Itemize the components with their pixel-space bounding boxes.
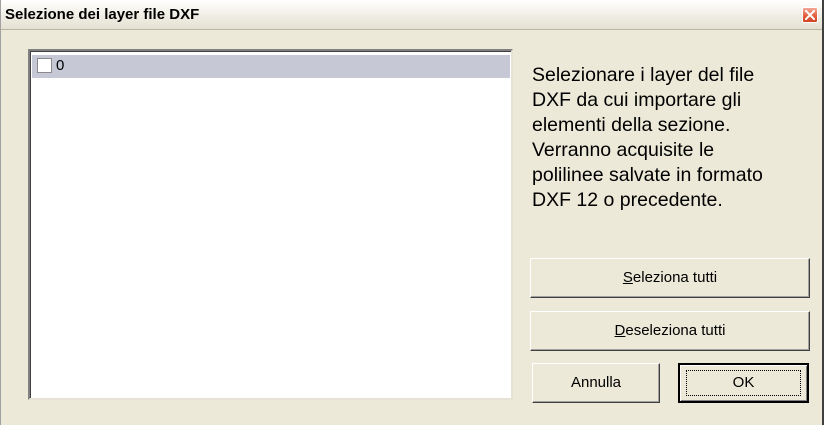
select-all-label-rest: eleziona tutti [632, 269, 718, 286]
select-all-accelerator: S [622, 269, 633, 286]
deselect-all-accelerator: D [614, 322, 626, 339]
cancel-label: Annulla [570, 374, 622, 391]
window-title: Selezione dei layer file DXF [5, 6, 200, 23]
deselect-all-label: Deseleziona tutti [615, 322, 726, 339]
title-bar[interactable]: Selezione dei layer file DXF [1, 0, 822, 30]
close-button[interactable] [802, 7, 818, 23]
ok-label: OK [732, 374, 755, 391]
list-item[interactable]: 0 [32, 55, 510, 78]
ok-button[interactable]: OK [678, 363, 809, 403]
deselect-all-button[interactable]: Deseleziona tutti [530, 311, 810, 351]
instructions-text: Selezionare i layer del file DXF da cui … [532, 64, 763, 211]
layer-label: 0 [56, 57, 65, 74]
layer-selection-dialog: Selezione dei layer file DXF 0 Seleziona… [0, 0, 824, 425]
layer-checkbox[interactable] [37, 58, 52, 73]
cancel-button[interactable]: Annulla [532, 363, 660, 403]
select-all-button[interactable]: Seleziona tutti [530, 258, 810, 298]
close-icon [805, 10, 815, 20]
layer-list[interactable]: 0 [28, 49, 513, 400]
deselect-all-label-rest: eseleziona tutti [625, 322, 726, 339]
select-all-label: Seleziona tutti [623, 269, 717, 286]
